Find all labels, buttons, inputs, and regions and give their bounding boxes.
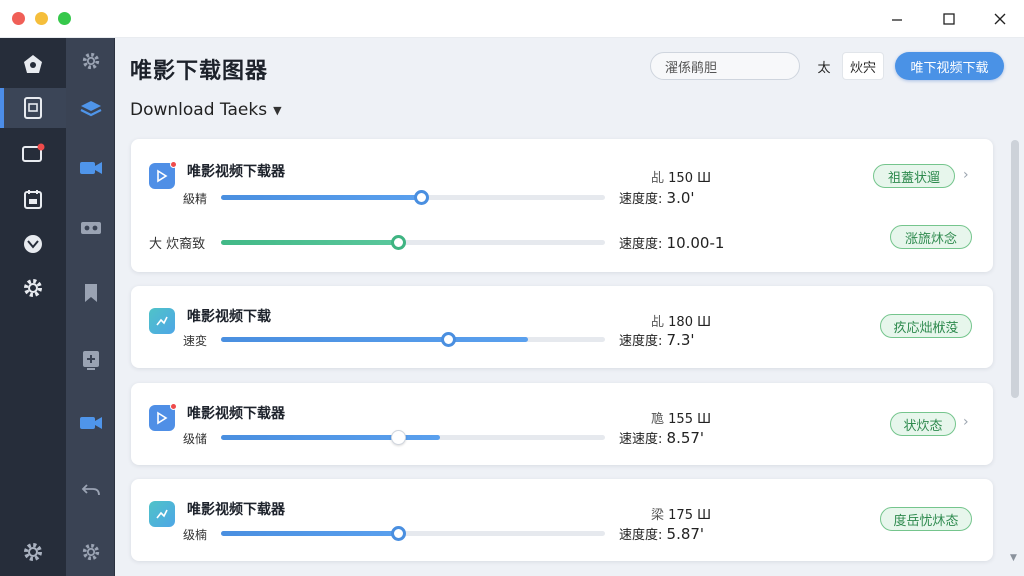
search-input[interactable]	[650, 52, 800, 80]
chart-icon	[149, 308, 175, 334]
minimize-window-dot[interactable]	[35, 12, 48, 25]
download-tasks-dropdown[interactable]: Download Taeks ▼	[130, 100, 282, 120]
undo-icon[interactable]	[66, 470, 115, 510]
chevron-right-icon[interactable]: ›	[963, 167, 969, 183]
progress-bar	[221, 332, 605, 347]
task-speed: 速度度: 7.3'	[619, 331, 695, 349]
globe-icon[interactable]	[0, 224, 66, 264]
status-badge[interactable]: 状炊态	[890, 412, 956, 436]
scroll-down-arrow-icon[interactable]: ▼	[1010, 553, 1017, 563]
status-badge[interactable]: 疚応炪栿莈	[880, 314, 972, 338]
users-icon[interactable]	[66, 208, 115, 248]
progress-fill	[221, 240, 398, 245]
minimize-icon[interactable]	[886, 9, 908, 29]
monitor-alert-icon[interactable]	[0, 134, 66, 174]
task-size: 梁 175 Ш	[651, 508, 712, 523]
main-content: 唯影下载图器 太 炏宍 唯下视频下载 Download Taeks ▼ 唯影视频…	[115, 38, 1024, 576]
secondary-sidebar	[66, 38, 115, 576]
layers-icon[interactable]	[66, 88, 115, 128]
task-size: 乩 180 Ш	[651, 315, 712, 330]
progress-handle[interactable]	[390, 526, 406, 541]
home-icon[interactable]	[0, 44, 66, 84]
progress-fill	[221, 337, 529, 342]
task-sub-row-label: 大 炊裔致	[149, 237, 206, 252]
progress-handle[interactable]	[390, 430, 406, 445]
progress-handle[interactable]	[440, 332, 456, 347]
task-speed: 速度度: 3.0'	[619, 189, 695, 207]
primary-sidebar	[0, 38, 66, 576]
chart-icon	[149, 501, 175, 527]
task-sub-label: 级储	[183, 432, 208, 446]
settings-bottom-icon[interactable]	[0, 532, 66, 572]
progress-bar	[221, 235, 605, 250]
task-name: 唯影视频下载器	[187, 502, 285, 518]
scrollbar-thumb[interactable]	[1011, 140, 1019, 398]
task-sub-label: 速変	[183, 334, 208, 348]
toolbar-button-b[interactable]: 炏宍	[842, 52, 884, 80]
status-badge[interactable]: 度岳忧炑态	[880, 507, 972, 531]
chevron-down-icon: ▼	[273, 103, 282, 117]
status-badge[interactable]: 涨旒炑念	[890, 225, 972, 249]
task-sub-label: 級精	[183, 192, 208, 206]
status-badge[interactable]: 祖蓋状遛	[873, 164, 955, 188]
add-item-icon[interactable]	[66, 340, 115, 380]
chevron-right-icon[interactable]: ›	[963, 414, 969, 430]
close-icon[interactable]	[989, 9, 1011, 29]
video-icon[interactable]	[66, 403, 115, 443]
gear-bottom-icon[interactable]	[66, 532, 115, 572]
task-name: 唯影视频下载	[187, 309, 271, 325]
task-speed: 速度度: 5.87'	[619, 525, 705, 543]
progress-bar	[221, 526, 605, 541]
page-title: 唯影下载图器	[130, 59, 269, 84]
calendar-icon[interactable]	[0, 179, 66, 219]
task-card[interactable]: 唯影视频下载器 級精 乩 150 Ш 速度度: 3.0' 祖蓋状遛 › 大 炊裔…	[131, 139, 993, 272]
video-camera-icon[interactable]	[66, 148, 115, 188]
task-size: 乩 150 Ш	[651, 171, 712, 186]
window-titlebar	[0, 0, 1024, 38]
progress-bar	[221, 430, 605, 445]
close-window-dot[interactable]	[12, 12, 25, 25]
notification-dot	[170, 161, 177, 168]
settings-icon[interactable]	[0, 268, 66, 308]
task-speed: 速速度: 8.57'	[619, 429, 705, 447]
task-name: 唯影视频下载器	[187, 164, 285, 180]
zoom-window-dot[interactable]	[58, 12, 71, 25]
progress-fill	[221, 531, 398, 536]
bookmark-icon[interactable]	[66, 273, 115, 313]
task-sub-speed: 速度度: 10.00-1	[619, 234, 725, 252]
section-title-label: Download Taeks	[130, 100, 268, 120]
task-name: 唯影视频下载器	[187, 406, 285, 422]
maximize-icon[interactable]	[938, 9, 960, 29]
task-size: 卼 155 Ш	[651, 412, 712, 427]
progress-handle[interactable]	[413, 190, 429, 205]
task-card[interactable]: 唯影视频下载器 级楠 梁 175 Ш 速度度: 5.87' 度岳忧炑态	[131, 479, 993, 561]
task-sub-label: 级楠	[183, 528, 208, 542]
document-icon[interactable]	[0, 88, 66, 128]
toolbar-button-a[interactable]: 太	[810, 52, 838, 80]
progress-handle[interactable]	[390, 235, 406, 250]
notification-dot	[170, 403, 177, 410]
play-icon	[149, 403, 177, 431]
progress-bar	[221, 190, 605, 205]
gear-icon[interactable]	[66, 41, 115, 81]
progress-fill	[221, 195, 421, 200]
progress-fill	[221, 435, 440, 440]
play-icon	[149, 161, 177, 189]
download-video-button[interactable]: 唯下视频下载	[895, 52, 1004, 80]
task-card[interactable]: 唯影视频下载器 级储 卼 155 Ш 速速度: 8.57' 状炊态 ›	[131, 383, 993, 465]
task-card[interactable]: 唯影视频下载 速変 乩 180 Ш 速度度: 7.3' 疚応炪栿莈	[131, 286, 993, 368]
